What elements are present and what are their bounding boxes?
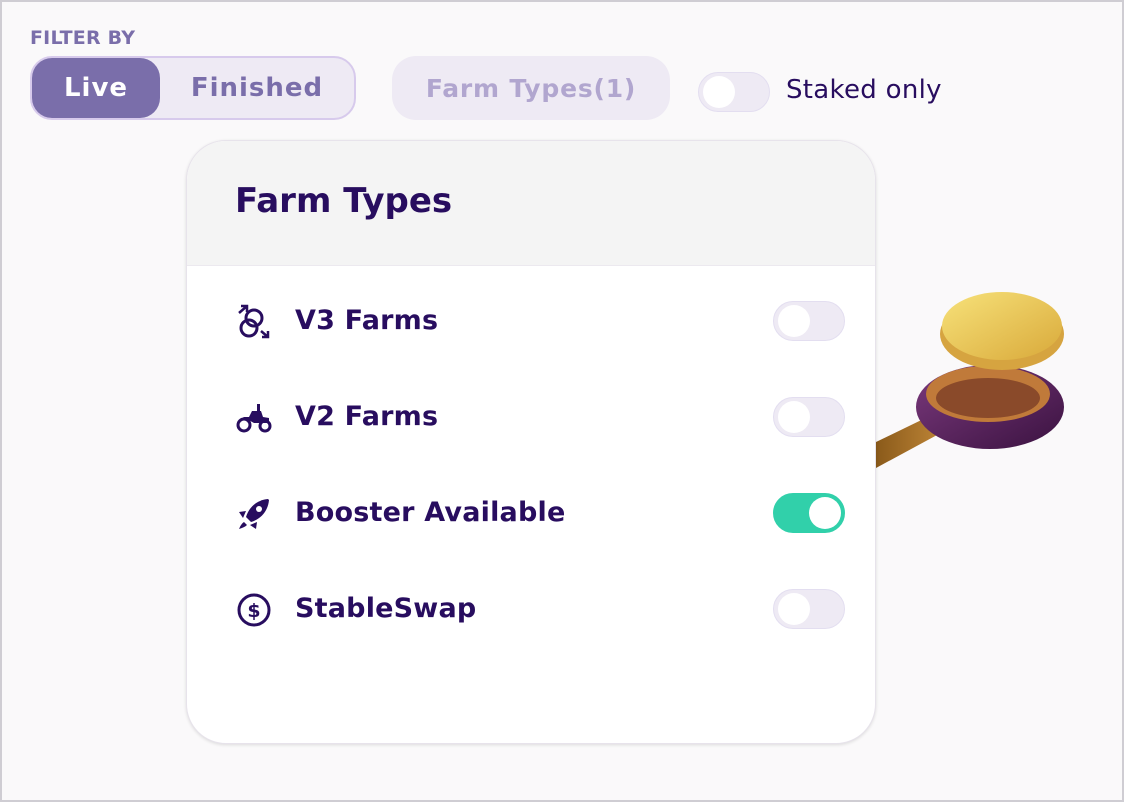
toggle-knob	[778, 305, 810, 337]
dropdown-header: Farm Types	[187, 141, 875, 266]
staked-only-toggle[interactable]	[698, 72, 770, 112]
v3-farms-toggle[interactable]	[773, 301, 845, 341]
booster-available-label: Booster Available	[295, 497, 566, 528]
filter-by-label: FILTER BY	[30, 27, 136, 49]
v2-farms-label: V2 Farms	[295, 401, 439, 432]
rocket-icon	[239, 499, 269, 529]
farm-types-dropdown: Farm Types V3 Farms V2 Farms Booster Ava…	[186, 140, 876, 744]
dollar-circle-icon: $	[237, 593, 271, 627]
live-tab[interactable]: Live	[32, 58, 160, 118]
dropdown-title: Farm Types	[235, 181, 453, 221]
v3-farms-label: V3 Farms	[295, 305, 439, 336]
page-frame: FILTER BY Live Finished Farm Types(1) St…	[0, 0, 1124, 802]
booster-available-toggle[interactable]	[773, 493, 845, 533]
toggle-knob	[778, 593, 810, 625]
farm-types-button[interactable]: Farm Types(1)	[392, 56, 670, 120]
v2-farms-toggle[interactable]	[773, 397, 845, 437]
svg-text:$: $	[247, 600, 260, 622]
tractor-icon	[236, 404, 272, 433]
coin-spoon-illustration	[876, 292, 1064, 468]
v3-farms-icon	[238, 304, 270, 339]
stableswap-label: StableSwap	[295, 593, 477, 624]
toggle-knob	[809, 497, 841, 529]
toggle-knob	[703, 76, 735, 108]
stableswap-toggle[interactable]	[773, 589, 845, 629]
farm-type-row-v2[interactable]: V2 Farms	[187, 387, 875, 447]
toggle-knob	[778, 401, 810, 433]
farm-type-row-v3[interactable]: V3 Farms	[187, 291, 875, 351]
farm-type-row-booster[interactable]: Booster Available	[187, 483, 875, 543]
live-finished-toggle: Live Finished	[30, 56, 356, 120]
staked-only-label: Staked only	[786, 75, 942, 105]
finished-tab[interactable]: Finished	[160, 58, 354, 118]
farm-type-row-stableswap[interactable]: $ StableSwap	[187, 579, 875, 639]
